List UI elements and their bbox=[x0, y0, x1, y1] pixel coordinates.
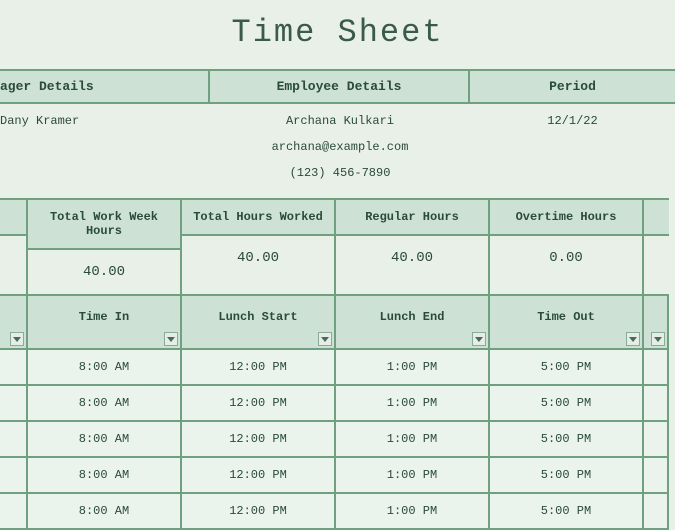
time-table: Time In Lunch Start Lunch End Time Out 8… bbox=[0, 296, 675, 530]
cell-lunch-end[interactable]: 1:00 PM bbox=[334, 420, 490, 458]
period-header: Period bbox=[470, 71, 675, 102]
row-gap bbox=[0, 384, 28, 422]
time-header-in[interactable]: Time In bbox=[26, 294, 182, 350]
cell-time-in[interactable]: 8:00 AM bbox=[26, 384, 182, 422]
row-end bbox=[642, 384, 669, 422]
summary-value-regular: 40.00 bbox=[336, 236, 488, 280]
period-value: 12/1/22 bbox=[470, 114, 675, 192]
summary-table: Total Work Week Hours 40.00 Total Hours … bbox=[0, 198, 675, 296]
cell-time-in[interactable]: 8:00 AM bbox=[26, 348, 182, 386]
row-gap bbox=[0, 456, 28, 494]
cell-lunch-start[interactable]: 12:00 PM bbox=[180, 492, 336, 530]
page-title: Time Sheet bbox=[0, 0, 675, 69]
filter-icon[interactable] bbox=[318, 332, 332, 346]
row-end bbox=[642, 492, 669, 530]
employee-name: Archana Kulkari bbox=[210, 114, 470, 140]
manager-name: Dany Kramer bbox=[0, 114, 210, 192]
cell-lunch-end[interactable]: 1:00 PM bbox=[334, 492, 490, 530]
filter-icon[interactable] bbox=[472, 332, 486, 346]
time-header-lunch-end-label: Lunch End bbox=[380, 310, 445, 324]
table-row: 8:00 AM12:00 PM1:00 PM5:00 PM bbox=[0, 422, 675, 458]
time-header-lunch-start[interactable]: Lunch Start bbox=[180, 294, 336, 350]
time-header-gap[interactable] bbox=[0, 294, 28, 350]
table-row: 8:00 AM12:00 PM1:00 PM5:00 PM bbox=[0, 458, 675, 494]
time-header-lunch-start-label: Lunch Start bbox=[218, 310, 297, 324]
row-end bbox=[642, 420, 669, 458]
time-header-in-label: Time In bbox=[79, 310, 129, 324]
filter-icon[interactable] bbox=[626, 332, 640, 346]
summary-value-overtime: 0.00 bbox=[490, 236, 642, 280]
cell-time-in[interactable]: 8:00 AM bbox=[26, 492, 182, 530]
time-header-out-label: Time Out bbox=[537, 310, 595, 324]
details-header-row: ager Details Employee Details Period bbox=[0, 69, 675, 104]
row-gap bbox=[0, 348, 28, 386]
cell-lunch-start[interactable]: 12:00 PM bbox=[180, 420, 336, 458]
details-values-row: Dany Kramer Archana Kulkari archana@exam… bbox=[0, 104, 675, 192]
time-header-row: Time In Lunch Start Lunch End Time Out bbox=[0, 296, 675, 350]
cell-lunch-end[interactable]: 1:00 PM bbox=[334, 348, 490, 386]
cell-lunch-end[interactable]: 1:00 PM bbox=[334, 456, 490, 494]
cell-time-in[interactable]: 8:00 AM bbox=[26, 456, 182, 494]
cell-time-in[interactable]: 8:00 AM bbox=[26, 420, 182, 458]
row-end bbox=[642, 348, 669, 386]
cell-lunch-start[interactable]: 12:00 PM bbox=[180, 384, 336, 422]
cell-time-out[interactable]: 5:00 PM bbox=[488, 420, 644, 458]
cell-time-out[interactable]: 5:00 PM bbox=[488, 456, 644, 494]
summary-value-worked: 40.00 bbox=[182, 236, 334, 280]
cell-time-out[interactable]: 5:00 PM bbox=[488, 492, 644, 530]
table-row: 8:00 AM12:00 PM1:00 PM5:00 PM bbox=[0, 350, 675, 386]
filter-icon[interactable] bbox=[10, 332, 24, 346]
table-row: 8:00 AM12:00 PM1:00 PM5:00 PM bbox=[0, 494, 675, 530]
filter-icon[interactable] bbox=[164, 332, 178, 346]
cell-lunch-start[interactable]: 12:00 PM bbox=[180, 348, 336, 386]
time-header-lunch-end[interactable]: Lunch End bbox=[334, 294, 490, 350]
summary-header-overtime: Overtime Hours bbox=[490, 200, 642, 236]
cell-time-out[interactable]: 5:00 PM bbox=[488, 384, 644, 422]
summary-header-workweek: Total Work Week Hours bbox=[28, 200, 180, 250]
summary-header-regular: Regular Hours bbox=[336, 200, 488, 236]
summary-value-workweek: 40.00 bbox=[28, 250, 180, 294]
filter-icon[interactable] bbox=[651, 332, 665, 346]
time-header-end[interactable] bbox=[642, 294, 669, 350]
cell-time-out[interactable]: 5:00 PM bbox=[488, 348, 644, 386]
row-gap bbox=[0, 492, 28, 530]
time-header-out[interactable]: Time Out bbox=[488, 294, 644, 350]
row-end bbox=[642, 456, 669, 494]
employee-phone: (123) 456-7890 bbox=[210, 166, 470, 192]
cell-lunch-end[interactable]: 1:00 PM bbox=[334, 384, 490, 422]
employee-email: archana@example.com bbox=[210, 140, 470, 166]
cell-lunch-start[interactable]: 12:00 PM bbox=[180, 456, 336, 494]
row-gap bbox=[0, 420, 28, 458]
employee-header: Employee Details bbox=[210, 71, 470, 102]
manager-header: ager Details bbox=[0, 71, 210, 102]
table-row: 8:00 AM12:00 PM1:00 PM5:00 PM bbox=[0, 386, 675, 422]
summary-header-worked: Total Hours Worked bbox=[182, 200, 334, 236]
